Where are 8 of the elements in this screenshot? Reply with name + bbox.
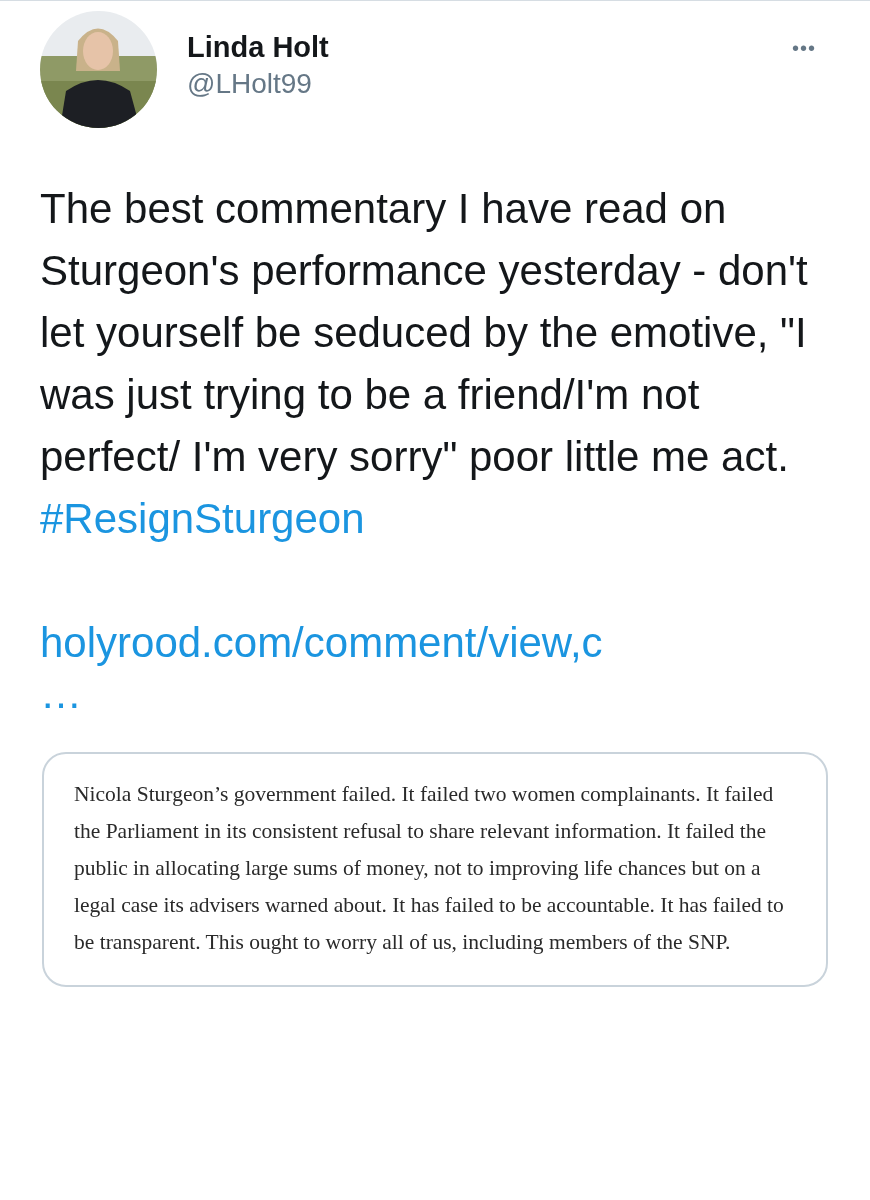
more-menu-button[interactable]: ••• <box>792 37 816 60</box>
author-name: Linda Holt <box>187 31 330 64</box>
tweet-text: The best commentary I have read on Sturgeon's performance yesterday - don't let yourself be seduced by the emotive, "I was just trying to be a friend/I'm not perfect/ I'm very sorry" poor little me act. #ResignSturgeon <box>40 184 809 544</box>
url-link[interactable]: holyrood.com/comment/view,c <box>40 612 603 674</box>
url-ellipsis[interactable]: … <box>40 674 82 714</box>
hashtag-link[interactable]: #ResignSturgeon <box>40 495 365 542</box>
quote-text: Nicola Sturgeon’s government failed. It failed two women complainants. It failed the Parliament in its consistent refusal to share relevant information. It failed the public in allocating large sums of money, not to improving life chances but on a legal case its advisers warned about. It has failed to be accountable. It has failed to be transparent. This ought to worry all of us, including members of the SNP. <box>74 781 785 956</box>
author-handle: @LHolt99 <box>187 68 313 100</box>
